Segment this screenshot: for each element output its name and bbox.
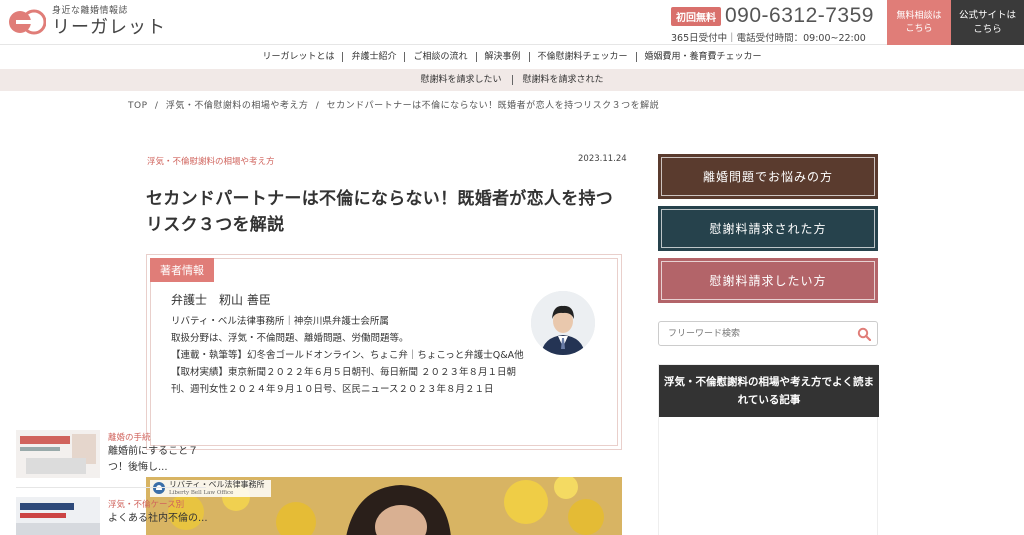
author-avatar [531, 291, 595, 355]
breadcrumb-top[interactable]: TOP [128, 101, 148, 111]
popular-item-category: 離婚の手続 [108, 433, 151, 443]
popular-articles: 浮気・不倫慰謝料の相場や考え方でよく読まれている記事 [658, 364, 879, 535]
popular-title: 浮気・不倫慰謝料の相場や考え方でよく読まれている記事 [659, 365, 879, 417]
consult-line2: こちら [905, 23, 933, 34]
author-line-media: 【取材実績】東京新聞２０２２年６月５日朝刊、毎日新聞 ２０２３年８月１日朝刊、週… [171, 367, 517, 395]
search-input[interactable] [668, 326, 848, 342]
official-line1: 公式サイトは [958, 10, 1016, 22]
sidebar-divorce-button[interactable]: 離婚問題でお悩みの方 [658, 154, 878, 199]
site-logo[interactable]: 身近な離婚情報誌 リーガレット [8, 5, 166, 39]
breadcrumb-current: セカンドパートナーは不倫にならない！既婚者が恋人を持つリスク３つを解説 [326, 101, 660, 111]
sidebar-search [658, 321, 878, 346]
popular-divider [16, 487, 206, 488]
author-badge: 著者情報 [150, 258, 214, 282]
logo-mark-icon [9, 9, 46, 35]
author-description: リバティ・ベル法律事務所｜神奈川県弁護士会所属 取扱分野は、浮気・不倫問題、離婚… [171, 313, 525, 398]
sidebar-claimed-button[interactable]: 慰謝料請求された方 [658, 206, 878, 251]
thumbnail-image-icon [16, 430, 100, 478]
author-name: 弁護士 籾山 善臣 [171, 293, 271, 307]
search-icon[interactable] [857, 327, 871, 341]
official-site-button[interactable]: 公式サイトは こちら [951, 0, 1024, 45]
nav-lawyers[interactable]: 弁護士紹介 [343, 52, 406, 62]
free-first-badge: 初回無料 [671, 6, 721, 26]
thumbnail-image-icon [16, 497, 100, 535]
hero-office-name: リバティ・ベル法律事務所 [169, 480, 265, 489]
sidebar-claimed-label: 慰謝料請求された方 [709, 222, 827, 236]
article-category[interactable]: 浮気・不倫慰謝料の相場や考え方 [147, 155, 275, 167]
popular-item[interactable]: 浮気・不倫ケース別 よくある社内不倫の... [16, 497, 208, 535]
popular-item[interactable]: 離婚の手続 離婚前にすること７つ！後悔し... [16, 430, 206, 480]
nav-about[interactable]: リーガレットとは [254, 52, 344, 62]
popular-item-title[interactable]: 離婚前にすること７つ！後悔し... [108, 444, 208, 476]
breadcrumb-sep: / [154, 101, 159, 111]
official-line2: こちら [973, 23, 1002, 35]
author-line-office: リバティ・ベル法律事務所｜神奈川県弁護士会所属 [171, 316, 389, 327]
office-bell-icon [153, 482, 165, 495]
phone-number-link[interactable]: 090-6312-7359 [725, 4, 874, 28]
nav-cases[interactable]: 解決事例 [477, 52, 530, 62]
article-date: 2023.11.24 [578, 154, 627, 164]
logo-name: リーガレット [52, 17, 166, 38]
breadcrumb-sep: / [315, 101, 320, 111]
logo-tagline: 身近な離婚情報誌 [52, 6, 129, 16]
primary-nav: リーガレットとは 弁護士紹介 ご相談の流れ 解決事例 不倫慰謝料チェッカー 婚姻… [0, 45, 1024, 69]
breadcrumb: TOP / 浮気・不倫慰謝料の相場や考え方 / セカンドパートナーは不倫にならな… [128, 98, 663, 111]
breadcrumb-category[interactable]: 浮気・不倫慰謝料の相場や考え方 [166, 101, 309, 111]
phone-block: 初回無料 090-6312-7359 365日受付中｜電話受付時間：09:00~… [671, 4, 881, 44]
site-header: 身近な離婚情報誌 リーガレット 初回無料 090-6312-7359 365日受… [0, 0, 1024, 45]
sidebar-claim-label: 慰謝料請求したい方 [709, 274, 827, 288]
sidebar-claim-button[interactable]: 慰謝料請求したい方 [658, 258, 878, 303]
popular-item-thumbnail [16, 497, 100, 535]
hero-office-label: リバティ・ベル法律事務所 Liberty Bell Law Office [150, 480, 271, 497]
author-line-writing: 【連載・執筆等】幻冬舎ゴールドオンライン、ちょこ弁｜ちょこっと弁護士Q&A他 [171, 350, 524, 361]
phone-hours: 365日受付中｜電話受付時間：09:00~22:00 [671, 33, 866, 44]
nav-flow[interactable]: ご相談の流れ [405, 52, 477, 62]
free-consult-button[interactable]: 無料相談は こちら [887, 0, 951, 45]
popular-item-category: 浮気・不倫ケース別 [108, 500, 185, 510]
author-line-fields: 取扱分野は、浮気・不倫問題、離婚問題、労働問題等。 [171, 333, 409, 344]
nav-was-claimed[interactable]: 慰謝料を請求された [513, 75, 614, 85]
nav-alimony-checker[interactable]: 不倫慰謝料チェッカー [530, 52, 637, 62]
popular-item-title[interactable]: よくある社内不倫の... [108, 511, 208, 527]
author-avatar-icon [531, 291, 595, 355]
sidebar-divorce-label: 離婚問題でお悩みの方 [702, 170, 833, 184]
consult-line1: 無料相談は [896, 10, 942, 21]
secondary-nav: 慰謝料を請求したい 慰謝料を請求された [0, 69, 1024, 91]
nav-support-checker[interactable]: 婚姻費用・養育費チェッカー [637, 52, 770, 62]
popular-item-thumbnail [16, 430, 100, 478]
article-hero-image: リバティ・ベル法律事務所 Liberty Bell Law Office [146, 477, 622, 535]
nav-want-claim[interactable]: 慰謝料を請求したい [410, 75, 513, 85]
hero-office-sub: Liberty Bell Law Office [169, 489, 234, 496]
author-info-box: 著者情報 弁護士 籾山 善臣 リバティ・ベル法律事務所｜神奈川県弁護士会所属 取… [146, 254, 622, 450]
article-title: セカンドパートナーは不倫にならない！既婚者が恋人を持つリスク３つを解説 [146, 189, 614, 235]
